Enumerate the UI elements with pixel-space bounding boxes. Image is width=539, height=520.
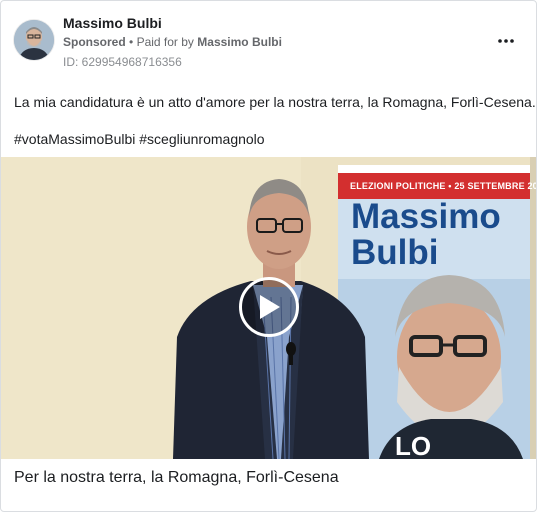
video-media[interactable]: LO ELEZIONI POLITICHE • 25 SETTEMBRE 202… <box>1 157 537 459</box>
sponsored-label: Sponsored <box>63 35 126 49</box>
ad-id: ID: 629954968716356 <box>63 55 182 69</box>
more-options-button[interactable] <box>494 31 518 51</box>
more-horizontal-icon <box>498 39 514 43</box>
paid-for-label: Paid for by <box>136 35 194 49</box>
video-caption: Per la nostra terra, la Romagna, Forlì-C… <box>14 469 339 486</box>
paid-for-name: Massimo Bulbi <box>197 35 282 49</box>
video-caption-bar: Per la nostra terra, la Romagna, Forlì-C… <box>1 459 536 499</box>
banner-name-first: Massimo <box>351 197 501 236</box>
page-name[interactable]: Massimo Bulbi <box>63 15 162 31</box>
ad-card: Massimo Bulbi Sponsored • Paid for by Ma… <box>0 0 537 512</box>
page-avatar[interactable] <box>14 20 54 60</box>
post-hashtags[interactable]: #votaMassimoBulbi #scegliunromagnolo <box>14 131 265 147</box>
play-button[interactable] <box>239 277 299 337</box>
post-text: La mia candidatura è un atto d'amore per… <box>14 94 536 110</box>
play-icon <box>260 295 280 319</box>
sponsored-line: Sponsored • Paid for by Massimo Bulbi <box>63 35 282 49</box>
banner-name-last: Bulbi <box>351 233 439 272</box>
meta-separator: • <box>129 35 134 49</box>
post-header: Massimo Bulbi Sponsored • Paid for by Ma… <box>1 1 536 81</box>
banner-partial-text: LO <box>395 431 431 459</box>
banner-event-text: ELEZIONI POLITICHE • 25 SETTEMBRE 2022 <box>350 181 537 191</box>
